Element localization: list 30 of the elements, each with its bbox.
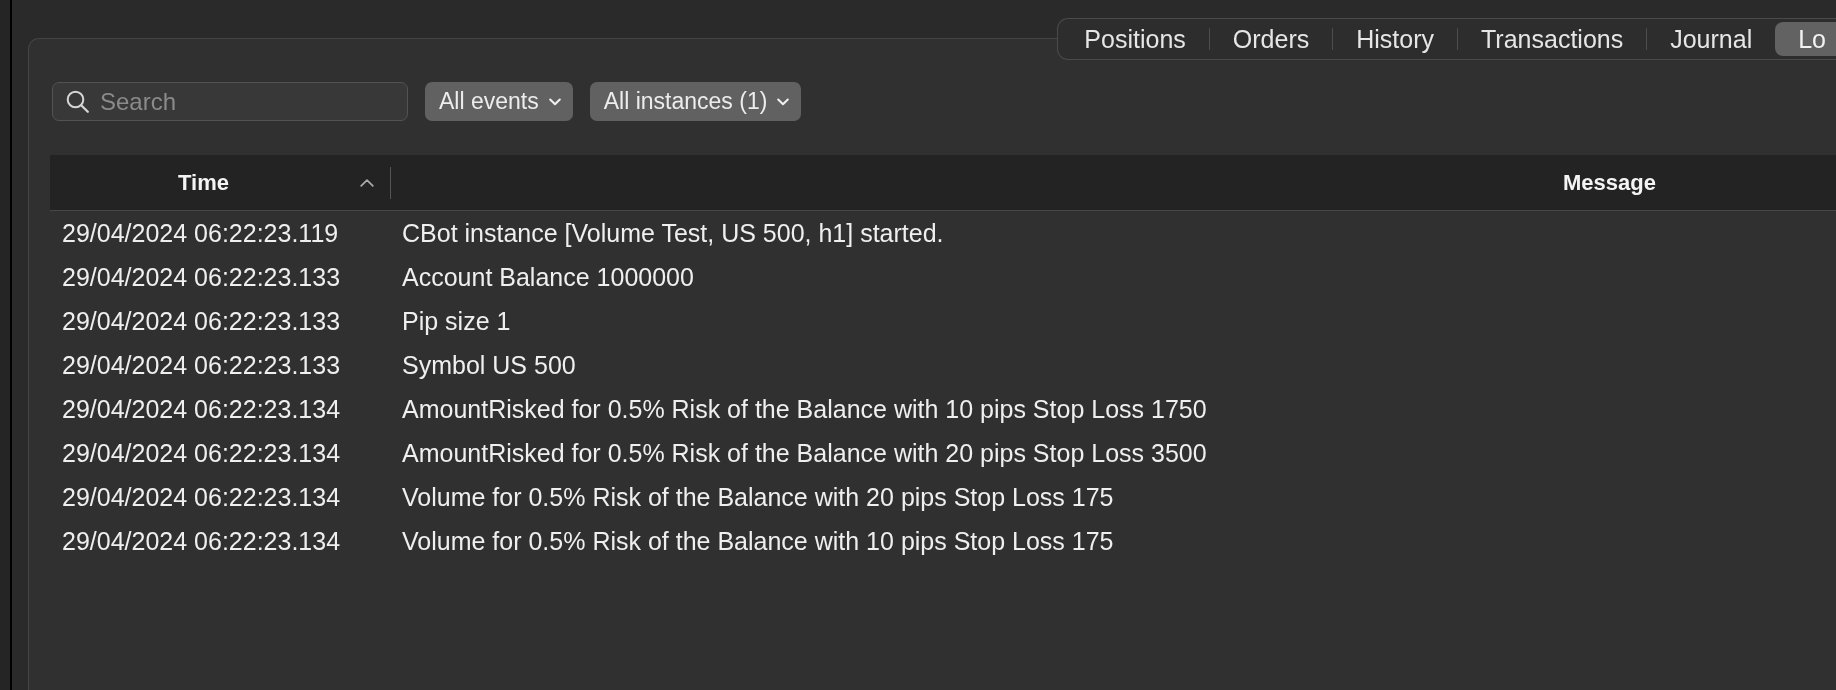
- timestamp-text: 29/04/2024 06:22:23.133: [62, 350, 341, 379]
- column-header[interactable]: Time: [178, 166, 229, 199]
- timestamp-text: 29/04/2024 06:22:23.134: [62, 394, 341, 423]
- log-message: AmountRisked for 0.5% Risk of the Balance with 20 pips Stop Loss 3500: [402, 438, 1207, 467]
- log-message: CBot instance [Volume Test, US 500, h1] started.: [402, 218, 944, 247]
- tab[interactable]: Orders: [1209, 22, 1333, 56]
- tab[interactable]: History: [1333, 22, 1457, 56]
- log-message: Symbol US 500: [402, 350, 576, 379]
- timestamp-text: 29/04/2024 06:22:23.133: [62, 262, 341, 291]
- timestamp-text: 29/04/2024 06:22:23.134: [62, 438, 341, 467]
- log-message: Pip size 1: [402, 306, 511, 335]
- tab[interactable]: Transactions: [1458, 22, 1647, 56]
- log-message: Volume for 0.5% Risk of the Balance with 20 pips Stop Loss 175: [402, 482, 1114, 511]
- timestamp-text: 29/04/2024 06:22:23.133: [62, 306, 341, 335]
- log-message: Account Balance 1000000: [402, 262, 694, 291]
- tab[interactable]: Journal: [1647, 22, 1776, 56]
- tab[interactable]: Lo: [1775, 22, 1836, 56]
- log-message: AmountRisked for 0.5% Risk of the Balance with 10 pips Stop Loss 1750: [402, 394, 1207, 423]
- search-field[interactable]: Search: [52, 82, 408, 121]
- timestamp-text: 29/04/2024 06:22:23.134: [62, 482, 341, 511]
- chevron-down-icon: [777, 97, 790, 106]
- tab[interactable]: Positions: [1061, 22, 1209, 56]
- column-header[interactable]: Message: [1563, 166, 1656, 199]
- chevron-down-icon: [548, 97, 561, 106]
- filter-dropdown[interactable]: All instances (1): [589, 82, 802, 121]
- filter-dropdown[interactable]: All events: [425, 82, 573, 121]
- timestamp-text: 29/04/2024 06:22:23.119: [62, 218, 339, 247]
- timestamp-text: 29/04/2024 06:22:23.134: [62, 526, 341, 555]
- search-icon: [66, 90, 89, 113]
- log-message: Volume for 0.5% Risk of the Balance with 10 pips Stop Loss 175: [402, 526, 1114, 555]
